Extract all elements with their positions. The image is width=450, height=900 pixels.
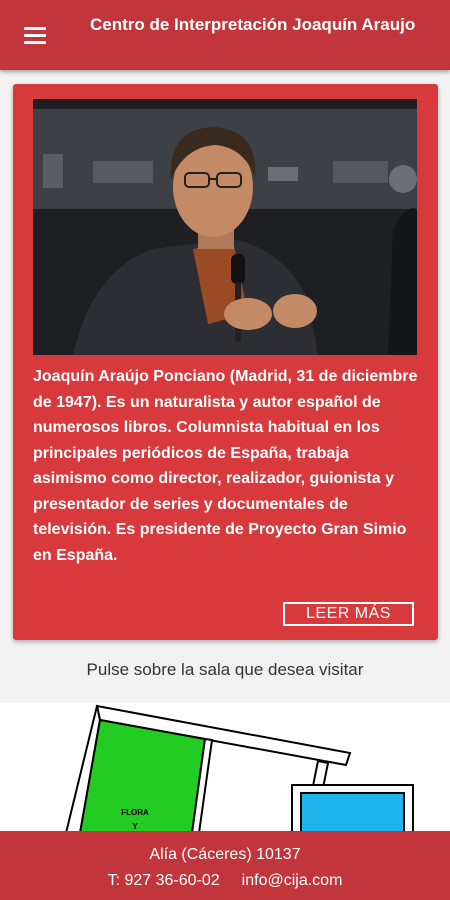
menu-icon-bar — [24, 34, 46, 37]
portrait-photo — [33, 99, 417, 355]
read-more-button[interactable]: LEER MÁS — [283, 602, 414, 626]
room-flora[interactable]: FLORA Y — [78, 718, 207, 833]
footer-contact: T: 927 36-60-02 info@cija.com — [0, 872, 450, 890]
menu-icon-bar — [24, 27, 46, 30]
hamburger-menu-icon[interactable] — [24, 26, 46, 44]
room-blue[interactable] — [291, 784, 414, 833]
room-flora-label-2: Y — [132, 822, 138, 831]
footer-email[interactable]: info@cija.com — [242, 872, 343, 889]
rooms-prompt: Pulse sobre la sala que desea visitar — [86, 660, 364, 679]
rooms-map: FLORA Y — [0, 703, 450, 833]
biography-text: Joaquín Araújo Ponciano (Madrid, 31 de d… — [33, 368, 418, 564]
footer-phone[interactable]: T: 927 36-60-02 — [108, 872, 220, 889]
room-flora-label: FLORA — [121, 808, 149, 817]
biography-card: Joaquín Araújo Ponciano (Madrid, 31 de d… — [13, 84, 438, 640]
app-title: Centro de Interpretación Joaquín Araujo — [90, 15, 416, 34]
footer-address: Alía (Cáceres) 10137 — [149, 846, 301, 863]
app-bar: Centro de Interpretación Joaquín Araujo — [0, 0, 450, 70]
footer: Alía (Cáceres) 10137 T: 927 36-60-02 info… — [0, 831, 450, 900]
menu-icon-bar — [24, 41, 46, 44]
